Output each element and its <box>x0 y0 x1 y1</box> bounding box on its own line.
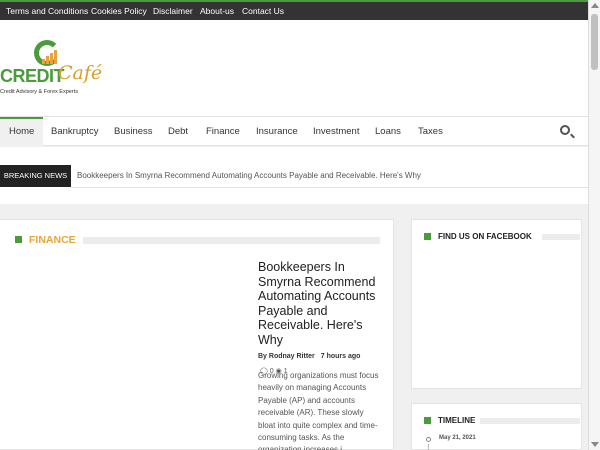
post-author[interactable]: By Rodnay Ritter <box>258 353 315 360</box>
nav-item-bankruptcy[interactable]: Bankruptcy <box>51 117 99 146</box>
nav-item-taxes[interactable]: Taxes <box>418 117 443 146</box>
comment-count[interactable]: 0 <box>270 368 274 375</box>
timeline-widget: TIMELINE May 21, 2021 <box>411 403 582 450</box>
widget-marker-icon <box>424 233 431 240</box>
top-link-terms[interactable]: Terms and Conditions <box>6 6 88 16</box>
nav-item-business[interactable]: Business <box>114 117 153 146</box>
breaking-news-bar: BREAKING NEWS Bookkeepers In Smyrna Reco… <box>0 147 588 204</box>
nav-item-debt[interactable]: Debt <box>168 117 188 146</box>
scrollbar[interactable] <box>588 0 600 450</box>
breaking-news-link[interactable]: Bookkeepers In Smyrna Recommend Automati… <box>77 165 421 187</box>
post-stats: ◯ 0 ◉ 1 <box>260 367 288 375</box>
site-header: CREDIT Café Credit Advisory & Forex Expe… <box>0 20 588 116</box>
widget-header: TIMELINE <box>424 416 580 426</box>
widget-marker-icon <box>424 417 431 424</box>
nav-item-insurance[interactable]: Insurance <box>256 117 298 146</box>
top-bar: Terms and Conditions Cookies Policy Disc… <box>0 0 588 20</box>
comment-icon: ◯ <box>260 368 268 375</box>
nav-item-investment[interactable]: Investment <box>313 117 359 146</box>
timeline-dot-icon <box>426 437 431 442</box>
finance-section: FINANCE Bookkeepers In Smyrna Recommend … <box>0 219 394 450</box>
logo-tagline: Credit Advisory & Forex Experts <box>0 89 78 95</box>
section-marker-icon <box>15 236 22 243</box>
nav-item-finance[interactable]: Finance <box>206 117 240 146</box>
post-excerpt: Growing organizations must focus heavily… <box>258 371 379 450</box>
section-title[interactable]: FINANCE <box>29 234 76 246</box>
facebook-widget: FIND US ON FACEBOOK <box>411 219 582 389</box>
post-meta: By Rodnay Ritter 7 hours ago <box>258 353 360 360</box>
main-nav: Home Bankruptcy Business Debt Finance In… <box>0 116 588 146</box>
divider <box>71 187 588 188</box>
post-time: 7 hours ago <box>320 353 361 360</box>
view-count: 1 <box>283 368 288 375</box>
search-icon[interactable] <box>560 125 570 135</box>
eye-icon: ◉ <box>275 368 282 375</box>
divider <box>542 234 580 240</box>
logo-word: CREDIT <box>0 66 65 86</box>
divider <box>480 418 580 424</box>
logo-script: Café <box>58 62 103 84</box>
nav-item-loans[interactable]: Loans <box>375 117 401 146</box>
facebook-widget-title: FIND US ON FACEBOOK <box>438 232 532 241</box>
timeline-line <box>428 444 429 450</box>
scroll-thumb[interactable] <box>591 14 598 70</box>
top-link-about[interactable]: About-us <box>200 6 234 16</box>
divider <box>83 237 380 244</box>
post-title[interactable]: Bookkeepers In Smyrna Recommend Automati… <box>258 260 388 348</box>
top-link-disclaimer[interactable]: Disclaimer <box>153 6 193 16</box>
timeline-widget-title: TIMELINE <box>438 416 476 425</box>
section-header: FINANCE <box>15 234 380 246</box>
breaking-news-label: BREAKING NEWS <box>0 165 71 187</box>
scroll-down-arrow-icon[interactable] <box>591 442 599 447</box>
logo-bars <box>42 46 58 64</box>
timeline-date: May 21, 2021 <box>439 435 476 441</box>
site-logo[interactable]: CREDIT Café Credit Advisory & Forex Expe… <box>0 38 110 118</box>
top-link-cookies[interactable]: Cookies Policy <box>91 6 147 16</box>
top-link-contact[interactable]: Contact Us <box>242 6 284 16</box>
scroll-up-arrow-icon[interactable] <box>591 3 599 8</box>
nav-item-home[interactable]: Home <box>0 117 44 146</box>
widget-header: FIND US ON FACEBOOK <box>424 232 580 242</box>
